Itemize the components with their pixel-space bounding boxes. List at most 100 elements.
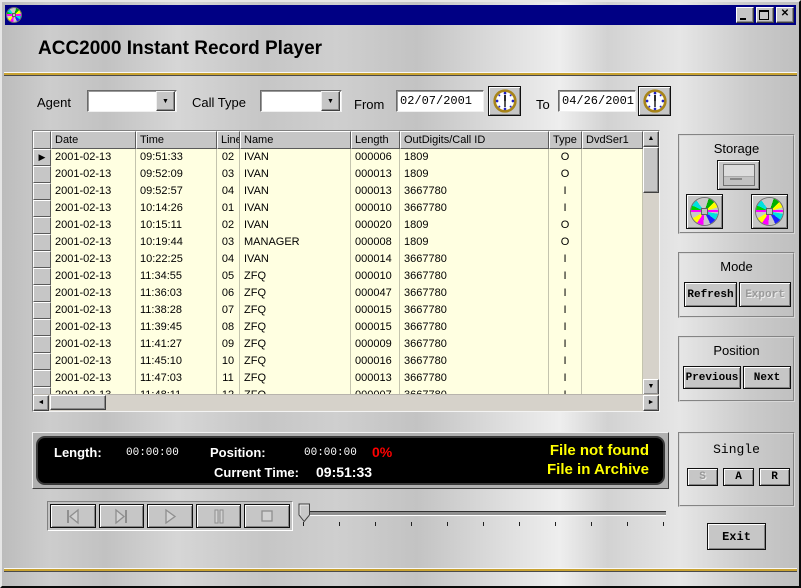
cell — [582, 149, 643, 166]
cell: 10 — [217, 353, 240, 370]
next-button[interactable]: Next — [743, 366, 791, 389]
cell: 3667780 — [400, 302, 549, 319]
stop-button[interactable] — [244, 504, 290, 528]
play-button[interactable] — [147, 504, 193, 528]
cell — [582, 302, 643, 319]
table-row[interactable]: 2001-02-1309:52:0903IVAN0000131809O — [33, 166, 643, 183]
cell: 09 — [217, 336, 240, 353]
table-row[interactable]: 2001-02-1309:52:5704IVAN0000133667780I — [33, 183, 643, 200]
single-s-button[interactable]: S — [687, 468, 718, 486]
row-selector[interactable] — [33, 336, 51, 353]
table-row[interactable]: 2001-02-1311:38:2807ZFQ0000153667780I — [33, 302, 643, 319]
row-selector[interactable] — [33, 166, 51, 183]
column-header-length[interactable]: Length — [351, 131, 400, 149]
cell: O — [549, 166, 582, 183]
exit-button[interactable]: Exit — [707, 523, 766, 550]
table-row[interactable]: ▶2001-02-1309:51:3302IVAN0000061809O — [33, 149, 643, 166]
seek-slider[interactable] — [298, 502, 668, 530]
cd-storage-button-2[interactable] — [751, 194, 788, 229]
selected-row-arrow-icon[interactable]: ▶ — [33, 149, 51, 166]
cell: 000047 — [351, 285, 400, 302]
column-header-type[interactable]: Type — [549, 131, 582, 149]
horizontal-scroll-thumb[interactable] — [50, 395, 106, 410]
single-r-button[interactable]: R — [759, 468, 790, 486]
title-bar[interactable]: ✕ — [5, 5, 796, 25]
export-button[interactable]: Export — [739, 282, 791, 307]
row-selector[interactable] — [33, 268, 51, 285]
table-row[interactable]: 2001-02-1310:22:2504IVAN0000143667780I — [33, 251, 643, 268]
column-header-time[interactable]: Time — [136, 131, 217, 149]
cell: 09:52:09 — [136, 166, 217, 183]
minimize-button[interactable] — [736, 7, 754, 23]
scroll-up-icon[interactable]: ▲ — [643, 131, 659, 147]
to-date-field[interactable]: 04/26/2001 — [558, 90, 636, 112]
to-date-picker-button[interactable] — [638, 86, 671, 116]
cell: 3667780 — [400, 336, 549, 353]
cell: 2001-02-13 — [51, 319, 136, 336]
column-header-outdigits-call-id[interactable]: OutDigits/Call ID — [400, 131, 549, 149]
row-selector[interactable] — [33, 353, 51, 370]
table-row[interactable]: 2001-02-1311:41:2709ZFQ0000093667780I — [33, 336, 643, 353]
slider-track[interactable] — [300, 511, 666, 516]
transport-controls — [47, 501, 293, 531]
table-row[interactable]: 2001-02-1311:47:0311ZFQ0000133667780I — [33, 370, 643, 387]
cell: I — [549, 251, 582, 268]
row-selector[interactable] — [33, 319, 51, 336]
vertical-scrollbar[interactable]: ▲ ▼ — [643, 131, 659, 395]
table-row[interactable]: 2001-02-1311:39:4508ZFQ0000153667780I — [33, 319, 643, 336]
table-row[interactable]: 2001-02-1311:34:5505ZFQ0000103667780I — [33, 268, 643, 285]
previous-button[interactable]: Previous — [683, 366, 741, 389]
chevron-down-icon[interactable]: ▼ — [321, 91, 340, 111]
table-row[interactable]: 2001-02-1310:19:4403MANAGER0000081809O — [33, 234, 643, 251]
skip-to-end-button[interactable] — [99, 504, 145, 528]
scroll-right-icon[interactable]: ► — [643, 395, 659, 411]
scroll-down-icon[interactable]: ▼ — [643, 379, 659, 395]
scroll-left-icon[interactable]: ◄ — [33, 395, 49, 411]
row-selector[interactable] — [33, 200, 51, 217]
row-selector[interactable] — [33, 217, 51, 234]
cell: I — [549, 353, 582, 370]
cd-storage-button-1[interactable] — [686, 194, 723, 229]
call-type-value: All — [261, 94, 321, 108]
row-selector[interactable] — [33, 302, 51, 319]
stop-icon — [256, 508, 278, 525]
chevron-down-icon[interactable]: ▼ — [156, 91, 175, 111]
cell: 10:22:25 — [136, 251, 217, 268]
row-selector[interactable] — [33, 251, 51, 268]
column-header-name[interactable]: Name — [240, 131, 351, 149]
from-date-field[interactable]: 02/07/2001 — [396, 90, 484, 112]
cell: 000015 — [351, 302, 400, 319]
table-row[interactable]: 2001-02-1310:15:1102IVAN0000201809O — [33, 217, 643, 234]
single-a-button[interactable]: A — [723, 468, 754, 486]
column-header-date[interactable]: Date — [51, 131, 136, 149]
mode-panel-title: Mode — [680, 259, 793, 274]
maximize-button[interactable] — [756, 7, 774, 23]
table-row[interactable]: 2001-02-1310:14:2601IVAN0000103667780I — [33, 200, 643, 217]
row-selector[interactable] — [33, 183, 51, 200]
cell — [582, 217, 643, 234]
vertical-scroll-thumb[interactable] — [643, 147, 659, 193]
close-button[interactable]: ✕ — [776, 7, 794, 23]
column-header-dvdser1[interactable]: DvdSer1 — [582, 131, 643, 149]
cell: O — [549, 217, 582, 234]
from-date-picker-button[interactable] — [488, 86, 521, 116]
agent-select[interactable]: All ▼ — [87, 90, 177, 112]
pause-button[interactable] — [196, 504, 242, 528]
cell: 3667780 — [400, 319, 549, 336]
cell: 1809 — [400, 217, 549, 234]
column-header-line[interactable]: Line — [217, 131, 240, 149]
table-row[interactable]: 2001-02-1311:45:1010ZFQ0000163667780I — [33, 353, 643, 370]
refresh-button[interactable]: Refresh — [684, 282, 737, 307]
cell: MANAGER — [240, 234, 351, 251]
row-selector[interactable] — [33, 285, 51, 302]
row-selector[interactable] — [33, 234, 51, 251]
skip-to-end-icon — [110, 508, 132, 525]
row-selector[interactable] — [33, 370, 51, 387]
call-type-select[interactable]: All ▼ — [260, 90, 342, 112]
cell: 000010 — [351, 200, 400, 217]
horizontal-scrollbar[interactable]: ◄ ► — [33, 394, 659, 411]
app-window: ✕ ACC2000 Instant Record Player Agent Al… — [0, 0, 801, 588]
skip-to-start-button[interactable] — [50, 504, 96, 528]
table-row[interactable]: 2001-02-1311:36:0306ZFQ0000473667780I — [33, 285, 643, 302]
disk-storage-button[interactable] — [717, 160, 760, 190]
